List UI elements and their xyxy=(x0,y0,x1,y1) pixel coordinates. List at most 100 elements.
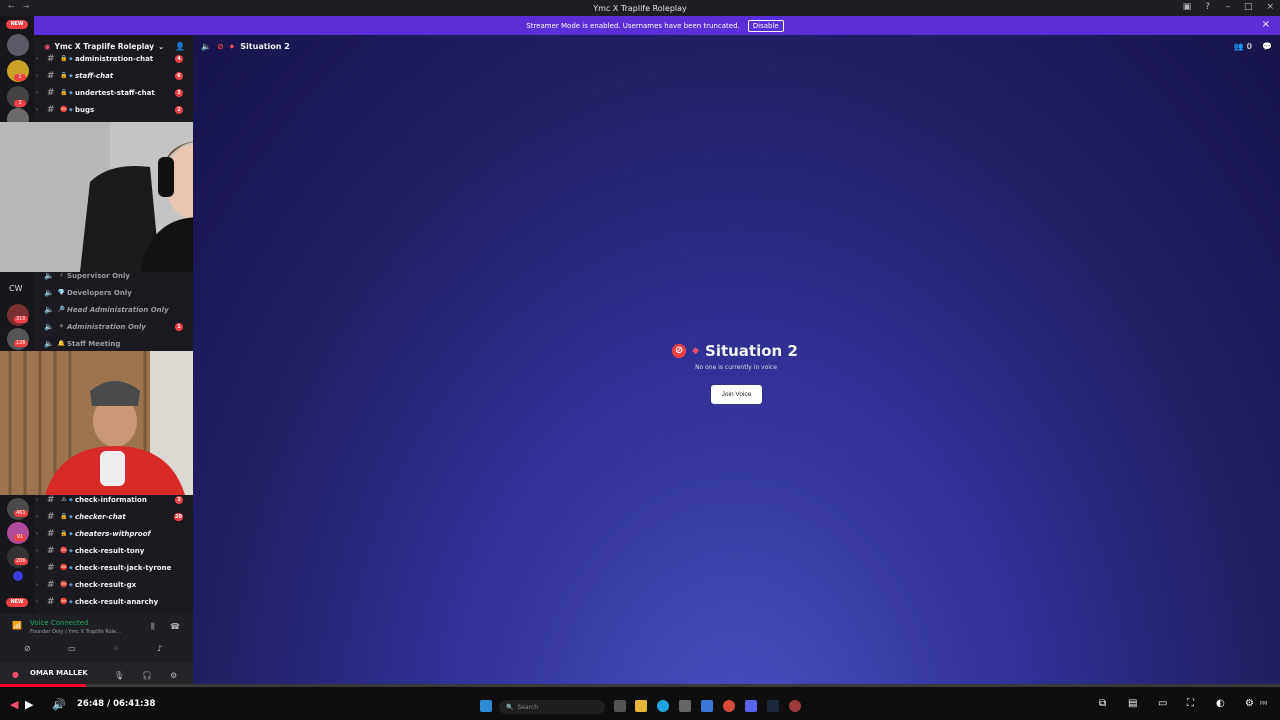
channel-name: staff-chat xyxy=(75,71,114,80)
settings-gear-icon[interactable]: ⚙ xyxy=(170,671,177,680)
subtitles-icon[interactable]: ▤ xyxy=(1128,698,1137,709)
channel-item[interactable]: › # ⛔ ◆ check-result-tony xyxy=(34,542,193,559)
diamond-icon: ◆ xyxy=(229,42,235,50)
camera-off-icon[interactable]: ⊘ xyxy=(24,644,31,653)
channel-name: undertest-staff-chat xyxy=(75,88,155,97)
discord-icon[interactable] xyxy=(745,700,757,712)
obs-icon[interactable] xyxy=(789,700,801,712)
server-cw-label[interactable]: CW xyxy=(9,284,23,293)
channel-name: check-result-anarchy xyxy=(75,597,159,606)
channel-item[interactable]: › # 🔒 ◆ administration-chat 4 xyxy=(34,50,193,67)
forward-icon[interactable]: → xyxy=(23,2,30,11)
voice-status[interactable]: Voice Connected xyxy=(30,619,89,627)
speaker-icon: 🔈 xyxy=(44,322,54,331)
folder-icon[interactable] xyxy=(13,571,23,581)
voice-channel-path[interactable]: Founder Only / Ymc X Traplife Role... xyxy=(30,629,121,635)
channel-emoji-icon: 💎 xyxy=(57,289,66,296)
soundboard-icon[interactable]: ♪ xyxy=(157,644,162,653)
voice-channel-item[interactable]: 🔈 💎 Developers Only xyxy=(44,284,193,301)
edge-icon[interactable] xyxy=(657,700,669,712)
channel-item[interactable]: › # 🔒 ◆ checker-chat 20 xyxy=(34,508,193,525)
file-explorer-icon[interactable] xyxy=(635,700,647,712)
mute-mic-icon[interactable]: 🎙 xyxy=(114,671,124,680)
previous-icon[interactable]: ◀ xyxy=(10,698,18,711)
windows-start-icon[interactable] xyxy=(480,700,492,712)
banner-message: Streamer Mode is enabled. Usernames have… xyxy=(526,21,740,30)
signal-icon[interactable]: 📶 xyxy=(12,621,22,630)
chevron-right-icon: › xyxy=(36,513,39,520)
noise-suppression-icon[interactable]: ⫼ xyxy=(151,622,155,632)
voice-connection-panel xyxy=(0,614,193,662)
chevron-right-icon: › xyxy=(36,598,39,605)
join-voice-button[interactable]: Join Voice xyxy=(711,385,762,404)
new-badge: NEW xyxy=(6,598,28,607)
no-entry-icon: ⊘ xyxy=(672,344,687,358)
activities-icon[interactable]: ⁘ xyxy=(113,644,120,653)
members-icon[interactable]: 👥 0 xyxy=(1234,42,1252,51)
miniplayer-icon[interactable]: ⧉ xyxy=(1099,698,1106,709)
voice-channel-item[interactable]: 🔈 🔔 Staff Meeting xyxy=(44,335,193,352)
volume-icon[interactable]: 🔊 xyxy=(52,698,66,711)
banner-close-icon[interactable]: × xyxy=(1262,19,1270,30)
hash-icon: # xyxy=(47,596,55,607)
fullscreen-icon[interactable]: ⛶ xyxy=(1187,698,1194,709)
theater-icon[interactable]: ▭ xyxy=(1158,698,1167,709)
channel-item[interactable]: › # ⛔ ◆ check-result-gx xyxy=(34,576,193,593)
minimize-icon[interactable]: – xyxy=(1225,2,1230,12)
hash-icon: # xyxy=(47,53,55,64)
back-icon[interactable]: ← xyxy=(8,2,15,11)
chevron-right-icon: › xyxy=(36,72,39,79)
diamond-icon: ◆ xyxy=(692,346,700,356)
chat-icon[interactable]: 💬 xyxy=(1262,42,1272,51)
channel-item[interactable]: › # 🔒 ◆ undertest-staff-chat 3 xyxy=(34,84,193,101)
screen-share-icon[interactable]: ▣ xyxy=(1183,2,1192,12)
clock: PM xyxy=(1260,701,1268,707)
channel-name: administration-chat xyxy=(75,54,154,63)
voice-channel-item[interactable]: 🔈 🔎 Head Administration Only xyxy=(44,301,193,318)
avatar[interactable]: ● xyxy=(12,670,19,679)
help-icon[interactable]: ? xyxy=(1205,2,1210,12)
mention-badge: 206 xyxy=(14,558,28,565)
disconnect-icon[interactable]: ☎ xyxy=(170,622,180,631)
unread-badge: 3 xyxy=(175,495,183,504)
hash-icon: # xyxy=(47,528,55,539)
app-icon[interactable] xyxy=(701,700,713,712)
play-icon[interactable]: ▶ xyxy=(25,698,33,711)
chevron-right-icon: › xyxy=(36,55,39,62)
channel-item[interactable]: › # ⛔ ◆ check-result-anarchy xyxy=(34,593,193,610)
channel-item[interactable]: › # ⛔ ◆ check-result-jack-tyrone xyxy=(34,559,193,576)
channel-emoji-icon: ⚠ xyxy=(61,496,67,503)
chevron-right-icon: › xyxy=(36,89,39,96)
channel-name: check-result-tony xyxy=(75,546,145,555)
channel-emoji-icon: 🔒 xyxy=(60,513,68,520)
screen-share-icon[interactable]: ▭ xyxy=(68,644,76,653)
nav-arrows[interactable]: ← → xyxy=(8,2,29,11)
task-view-icon[interactable] xyxy=(614,700,626,712)
voice-channel-name: Administration Only xyxy=(67,322,146,331)
settings-gear-icon[interactable]: ⚙ xyxy=(1245,698,1254,709)
taskbar-search[interactable]: 🔍 Search xyxy=(499,700,605,714)
steam-icon[interactable] xyxy=(767,700,779,712)
mention-badge: 91 xyxy=(14,534,26,541)
channel-emoji-icon: 🔒 xyxy=(60,72,68,79)
channel-name: bugs xyxy=(75,105,95,114)
headphones-icon[interactable]: 🎧 xyxy=(142,671,152,680)
maximize-icon[interactable]: □ xyxy=(1244,2,1253,12)
channel-item[interactable]: › # 🔒 ◆ staff-chat 6 xyxy=(34,67,193,84)
user-panel xyxy=(0,662,193,684)
channel-item[interactable]: › # ⛔ ◆ bugs 2 xyxy=(34,101,193,118)
server-icon[interactable] xyxy=(7,34,29,56)
mention-badge: 310 xyxy=(14,316,28,323)
disable-streamer-mode-button[interactable]: Disable xyxy=(747,19,784,32)
autoplay-icon[interactable]: ◐ xyxy=(1216,698,1225,709)
store-icon[interactable] xyxy=(679,700,691,712)
speaker-icon: 🔈 xyxy=(44,271,54,280)
channel-name: check-result-gx xyxy=(75,580,137,589)
voice-channel-name: Supervisor Only xyxy=(67,271,130,280)
chrome-icon[interactable] xyxy=(723,700,735,712)
hash-icon: # xyxy=(47,511,55,522)
username[interactable]: OMAR MALLEK xyxy=(30,669,88,677)
channel-item[interactable]: › # 🔒 ◆ cheaters-withproof xyxy=(34,525,193,542)
voice-channel-item[interactable]: 🔈 ⚜ Administration Only 1 xyxy=(44,318,193,335)
close-window-icon[interactable]: × xyxy=(1266,2,1274,12)
